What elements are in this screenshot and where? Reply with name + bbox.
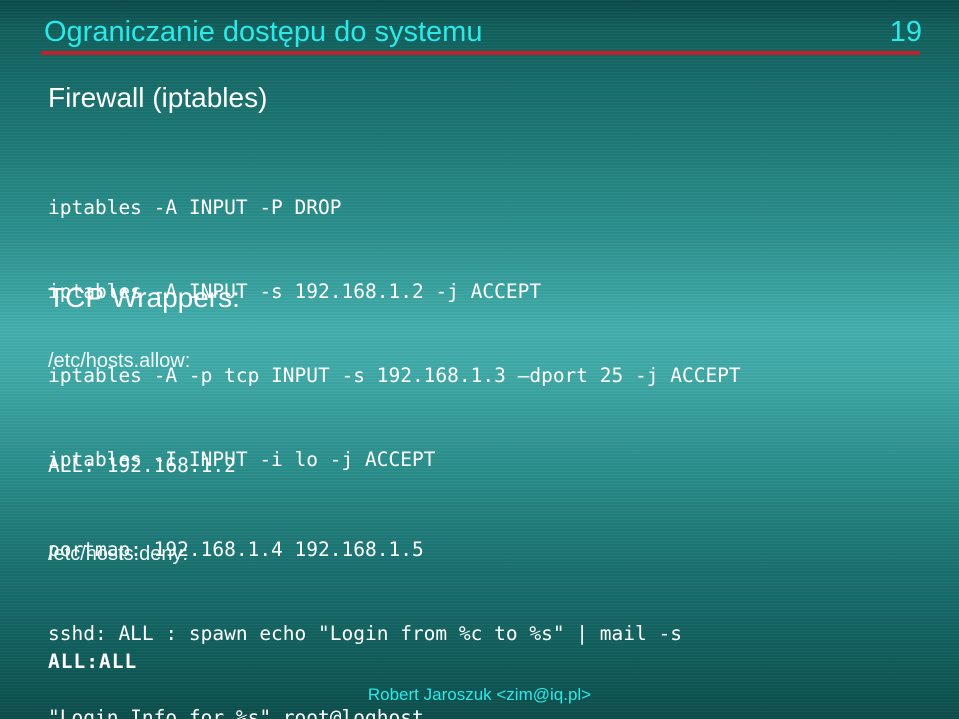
tcp-wrappers-section-heading: TCP Wrappers: (48, 282, 240, 313)
code-line: sshd: ALL : spawn echo "Login from %c to… (48, 622, 682, 645)
presentation-slide: Ograniczanie dostępu do systemu 19 Firew… (0, 0, 959, 719)
title-underline-rule (41, 51, 920, 55)
slide-header: Ograniczanie dostępu do systemu 19 (0, 0, 959, 58)
code-line: iptables -A INPUT -P DROP (48, 196, 342, 219)
slide-content: Firewall (iptables) iptables -A INPUT -P… (0, 58, 959, 719)
code-line: ALL:ALL (48, 650, 138, 673)
firewall-section-heading: Firewall (iptables) (48, 82, 268, 113)
slide-page-number: 19 (889, 16, 922, 48)
code-line: "Login Info for %s" root@loghost (48, 706, 424, 719)
slide-footer: Robert Jaroszuk <zim@iq.pl> (0, 685, 959, 705)
footer-author-text: Robert Jaroszuk <zim@iq.pl> (367, 685, 592, 704)
page-title: Ograniczanie dostępu do systemu (44, 16, 483, 48)
hosts-allow-file-label: /etc/hosts.allow: (48, 350, 191, 372)
code-line: ALL: 192.168.1.2 (48, 454, 236, 477)
hosts-deny-file-label: /etc/hosts.deny: (48, 543, 189, 565)
